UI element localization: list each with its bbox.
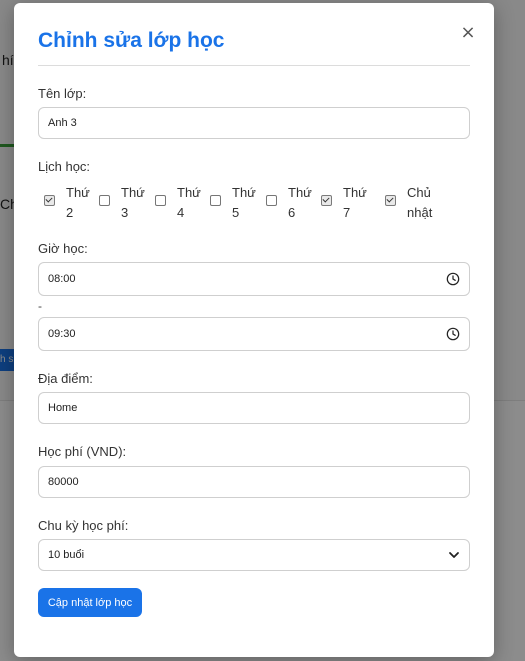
clock-icon[interactable]	[446, 327, 460, 341]
edit-class-modal: × Chỉnh sửa lớp học Tên lớp: Anh 3 Lịch …	[14, 3, 494, 657]
location-value: Home	[48, 402, 78, 414]
day-label: Chủ nhật	[407, 185, 433, 220]
day-label: Thứ 2	[66, 185, 90, 220]
day-option[interactable]: Thứ 6	[266, 183, 318, 223]
close-icon: ×	[460, 22, 476, 43]
chevron-down-icon	[449, 552, 459, 558]
day-checkbox[interactable]	[385, 195, 396, 206]
time-separator: -	[38, 299, 42, 313]
day-label: Thứ 3	[121, 185, 145, 220]
title-divider	[38, 65, 470, 66]
day-checkbox[interactable]	[266, 195, 277, 206]
class-name-value: Anh 3	[48, 117, 77, 129]
day-checkbox[interactable]	[321, 195, 332, 206]
fee-value: 80000	[48, 476, 79, 488]
update-class-button[interactable]: Cập nhật lớp học	[38, 588, 142, 617]
start-time-value: 08:00	[48, 273, 76, 285]
day-option[interactable]: Thứ 3	[99, 183, 151, 223]
clock-icon[interactable]	[446, 272, 460, 286]
location-label: Địa điểm:	[38, 371, 93, 386]
day-label: Thứ 7	[343, 185, 367, 220]
class-name-input[interactable]: Anh 3	[38, 107, 470, 139]
day-option[interactable]: Chủ nhật	[385, 183, 437, 223]
fee-cycle-select[interactable]: 10 buổi	[38, 539, 470, 571]
day-checkbox[interactable]	[155, 195, 166, 206]
day-option[interactable]: Thứ 5	[210, 183, 262, 223]
modal-title: Chỉnh sửa lớp học	[38, 29, 225, 52]
schedule-days: Thứ 2 Thứ 3 Thứ 4 Thứ 5 Thứ 6 Thứ 7 Chủ …	[38, 183, 478, 223]
day-label: Thứ 5	[232, 185, 256, 220]
fee-input[interactable]: 80000	[38, 466, 470, 498]
schedule-label: Lịch học:	[38, 159, 91, 174]
location-input[interactable]: Home	[38, 392, 470, 424]
time-label: Giờ học:	[38, 241, 88, 256]
fee-label: Học phí (VND):	[38, 444, 127, 459]
end-time-input[interactable]: 09:30	[38, 317, 470, 351]
day-checkbox[interactable]	[99, 195, 110, 206]
fee-cycle-value: 10 buổi	[48, 549, 85, 561]
start-time-input[interactable]: 08:00	[38, 262, 470, 296]
day-label: Thứ 6	[288, 185, 312, 220]
day-checkbox[interactable]	[210, 195, 221, 206]
close-button[interactable]: ×	[458, 23, 478, 43]
day-label: Thứ 4	[177, 185, 201, 220]
day-option[interactable]: Thứ 2	[44, 183, 96, 223]
end-time-value: 09:30	[48, 328, 76, 340]
day-option[interactable]: Thứ 4	[155, 183, 207, 223]
class-name-label: Tên lớp:	[38, 86, 87, 101]
day-checkbox[interactable]	[44, 195, 55, 206]
day-option[interactable]: Thứ 7	[321, 183, 373, 223]
fee-cycle-label: Chu kỳ học phí:	[38, 518, 129, 533]
